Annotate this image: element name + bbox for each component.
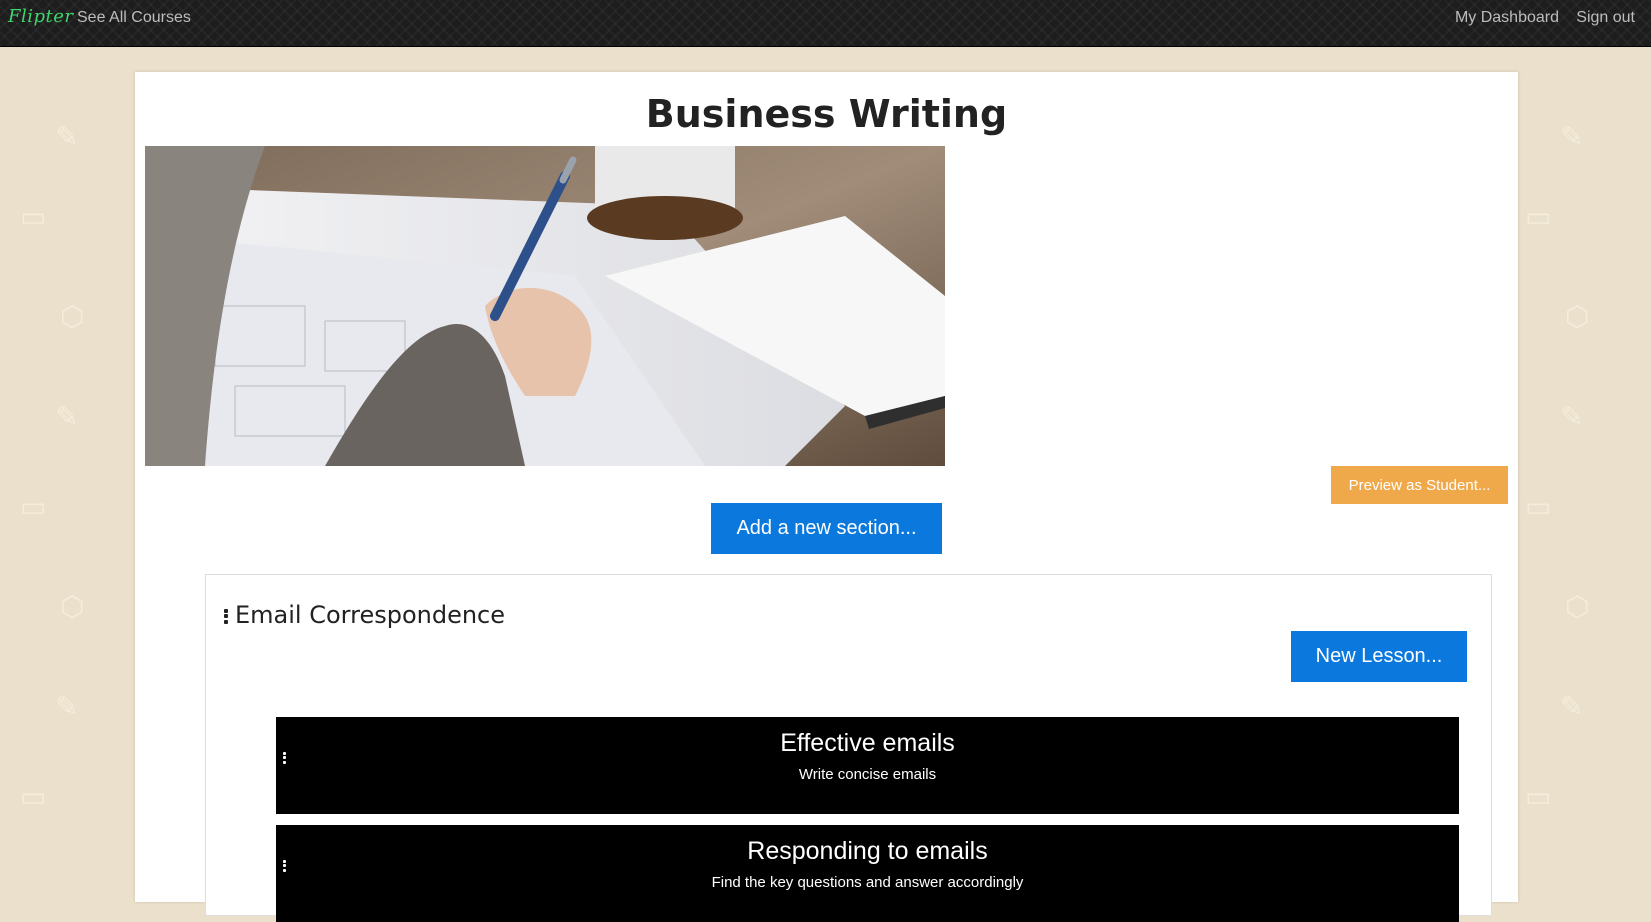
section-title: Email Correspondence — [235, 601, 506, 629]
pencil-icon: ✎ — [55, 121, 79, 152]
sign-out-link[interactable]: Sign out — [1576, 9, 1635, 27]
drag-handle-icon[interactable] — [224, 607, 228, 625]
cube-icon: ⬡ — [1565, 301, 1590, 332]
pencil-icon: ✎ — [55, 401, 79, 432]
lesson-title: Responding to emails — [747, 837, 988, 865]
course-title: Business Writing — [645, 92, 1008, 136]
new-lesson-button[interactable]: New Lesson... — [1291, 631, 1467, 682]
see-all-courses-link[interactable]: See All Courses — [77, 9, 191, 27]
preview-as-student-button[interactable]: Preview as Student... — [1331, 466, 1508, 504]
course-editor-card: Business Writing Preview as Student... A… — [135, 72, 1518, 922]
book-icon: ▭ — [20, 781, 47, 812]
top-navbar: Flipter See All Courses My Dashboard Sig… — [0, 0, 1651, 47]
book-icon: ▭ — [20, 491, 47, 522]
lesson-card[interactable]: Responding to emails Find the key questi… — [276, 825, 1459, 922]
pencil-icon: ✎ — [55, 691, 79, 722]
book-icon: ▭ — [1525, 491, 1552, 522]
cube-icon: ⬡ — [1565, 591, 1590, 622]
course-section: Email Correspondence New Lesson... Effec… — [205, 574, 1492, 922]
my-dashboard-link[interactable]: My Dashboard — [1455, 9, 1559, 27]
lesson-subtitle: Write concise emails — [798, 766, 937, 783]
lesson-title: Effective emails — [780, 729, 955, 757]
pencil-icon: ✎ — [1560, 691, 1584, 722]
cube-icon: ⬡ — [60, 301, 85, 332]
section-header: Email Correspondence — [224, 601, 505, 629]
pencil-icon: ✎ — [1560, 121, 1584, 152]
cube-icon: ⬡ — [60, 591, 85, 622]
lesson-subtitle: Find the key questions and answer accord… — [711, 874, 1024, 891]
book-icon: ▭ — [20, 201, 47, 232]
pencil-icon: ✎ — [1560, 401, 1584, 432]
add-section-button[interactable]: Add a new section... — [711, 503, 942, 554]
course-cover-image — [145, 146, 945, 466]
brand-logo[interactable]: Flipter — [8, 6, 74, 27]
book-icon: ▭ — [1525, 781, 1552, 812]
book-icon: ▭ — [1525, 201, 1552, 232]
lesson-card[interactable]: Effective emails Write concise emails — [276, 717, 1459, 814]
